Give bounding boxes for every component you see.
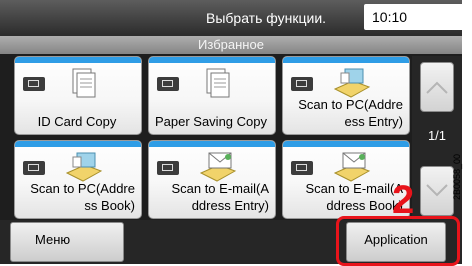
tile-scan-to-pc-address-book[interactable]: Scan to PC(Addre ss Book) <box>14 140 142 219</box>
id-card-copy-icon <box>72 68 96 98</box>
clock-box: 10:10 <box>364 4 462 30</box>
section-title: Избранное <box>0 36 462 54</box>
favorites-grid: ID Card Copy Paper Saving Copy Scan to P… <box>10 56 410 219</box>
tile-label: Scan to E-mail(A ddress Entry) <box>171 181 269 213</box>
clock: 10:10 <box>372 9 408 25</box>
paper-saving-copy-icon <box>206 68 230 98</box>
scan-mode-icon <box>157 161 179 175</box>
tile-label: Paper Saving Copy <box>154 114 267 129</box>
scroll-up-button[interactable] <box>420 62 454 112</box>
scroll-down-button[interactable] <box>420 166 454 216</box>
status-bar: Выбрать функции. 10:10 <box>0 0 462 36</box>
copy-mode-icon <box>157 77 179 91</box>
status-message: Выбрать функции. <box>206 10 327 26</box>
menu-button[interactable]: Меню <box>10 222 124 262</box>
figure-code: 2B0058_00 <box>452 153 462 200</box>
tile-id-card-copy[interactable]: ID Card Copy <box>14 56 142 135</box>
tile-label: Scan to PC(Addre ess Entry) <box>298 97 403 129</box>
chevron-down-icon <box>426 184 448 197</box>
tile-scan-to-email-address-entry[interactable]: Scan to E-mail(A ddress Entry) <box>148 140 276 219</box>
copy-mode-icon <box>23 77 45 91</box>
tile-paper-saving-copy[interactable]: Paper Saving Copy <box>148 56 276 135</box>
step-number: 2 <box>392 178 415 222</box>
tile-label: Scan to E-mail(A ddress Book) <box>305 181 403 213</box>
chevron-up-icon <box>426 81 448 94</box>
callout-highlight <box>336 216 460 266</box>
tile-label: Scan to PC(Addre ss Book) <box>30 181 135 213</box>
scan-mode-icon <box>291 161 313 175</box>
tile-scan-to-email-address-book[interactable]: Scan to E-mail(A ddress Book) <box>282 140 410 219</box>
tile-label: ID Card Copy <box>37 114 117 129</box>
scan-mode-icon <box>291 77 313 91</box>
page-indicator: 1/1 <box>427 128 447 143</box>
tile-scan-to-pc-address-entry[interactable]: Scan to PC(Addre ess Entry) <box>282 56 410 135</box>
scan-mode-icon <box>23 161 45 175</box>
